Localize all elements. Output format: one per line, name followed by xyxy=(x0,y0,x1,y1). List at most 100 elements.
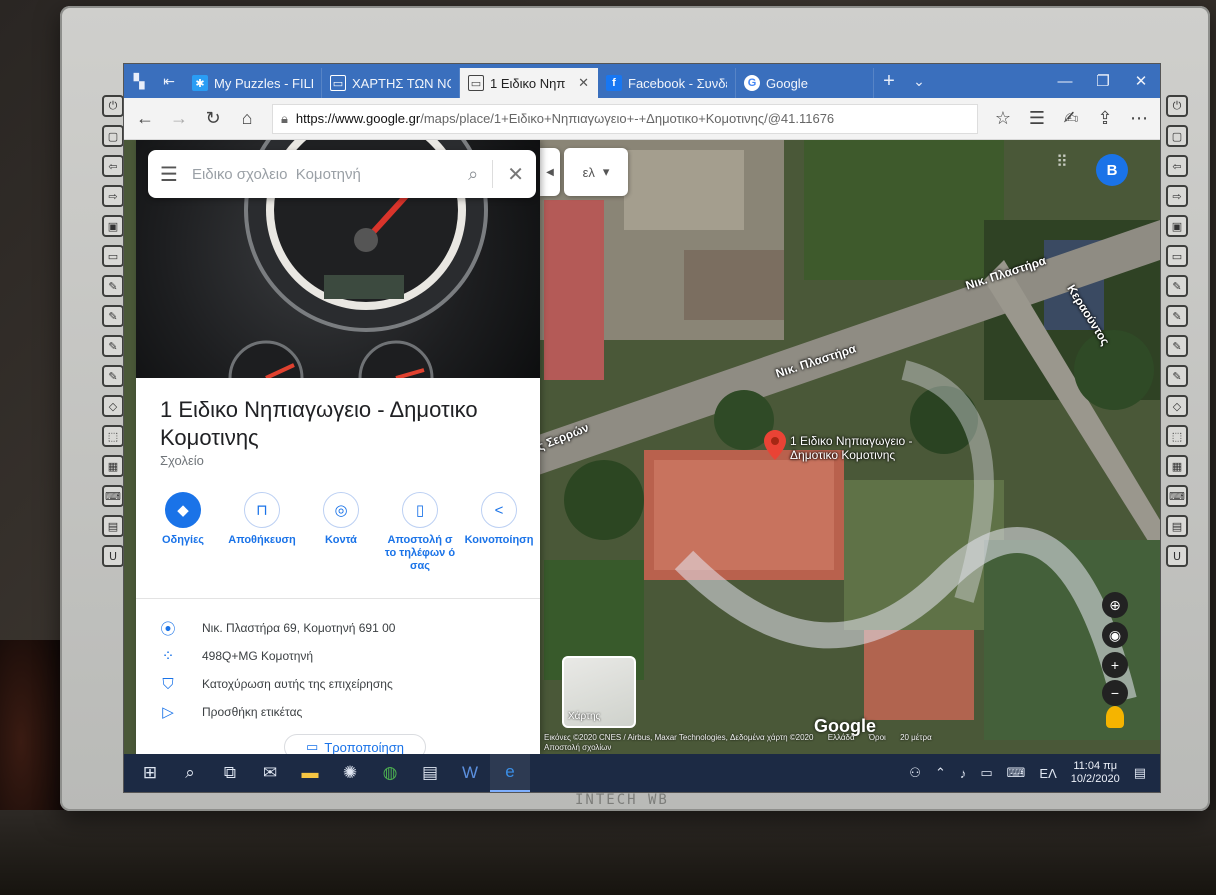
windows-start-icon[interactable]: ⊞ xyxy=(130,754,170,792)
board-select-icon[interactable]: ⬚ xyxy=(1166,425,1188,447)
directions-button[interactable]: ◆ Οδηγίες xyxy=(146,492,220,573)
favorite-star-icon[interactable]: ☆ xyxy=(988,104,1018,134)
add-label-row[interactable]: ▷ Προσθήκη ετικέτας xyxy=(160,698,530,726)
file-explorer-icon[interactable]: ▬ xyxy=(290,754,330,792)
suggest-edit-button[interactable]: ▭ Τροποποίηση xyxy=(284,734,426,754)
board-pen-icon[interactable]: ✎ xyxy=(102,365,124,387)
board-power-icon[interactable]: ⏻ xyxy=(102,95,124,117)
share-icon[interactable]: ⇪ xyxy=(1090,104,1120,134)
forward-arrow-icon[interactable]: → xyxy=(164,104,194,134)
board-window-icon[interactable]: ▭ xyxy=(1166,245,1188,267)
board-undo-icon[interactable]: U xyxy=(1166,545,1188,567)
store-icon[interactable]: ▤ xyxy=(410,754,450,792)
network-icon[interactable]: ▭ xyxy=(980,765,992,781)
home-icon[interactable]: ⌂ xyxy=(232,104,262,134)
claim-business-row[interactable]: ⛉ Κατοχύρωση αυτής της επιχείρησης xyxy=(160,670,530,698)
search-icon[interactable]: ⌕ xyxy=(170,754,210,792)
board-pen-icon[interactable]: ✎ xyxy=(102,335,124,357)
zoom-out-icon[interactable]: − xyxy=(1102,680,1128,706)
board-back-icon[interactable]: ⇦ xyxy=(102,155,124,177)
board-pen-icon[interactable]: ✎ xyxy=(1166,275,1188,297)
google-apps-icon[interactable]: ⠿ xyxy=(1056,155,1068,171)
collapse-panel-button[interactable]: ◀ xyxy=(540,148,560,196)
browser-tab[interactable]: ✱ My Puzzles - FILL xyxy=(184,68,322,98)
address-row[interactable]: ⦿ Νικ. Πλαστήρα 69, Κομοτηνή 691 00 xyxy=(160,614,530,642)
language-indicator[interactable]: ΕΛ xyxy=(1039,766,1056,781)
share-button[interactable]: < Κοινοποίηση xyxy=(462,492,536,573)
board-eraser-icon[interactable]: ◇ xyxy=(102,395,124,417)
board-power-icon[interactable]: ⏻ xyxy=(1166,95,1188,117)
pegman-icon[interactable] xyxy=(1106,706,1124,728)
save-button[interactable]: ⊓ Αποθήκευση xyxy=(225,492,299,573)
board-select-icon[interactable]: ⬚ xyxy=(102,425,124,447)
minimize-icon[interactable]: — xyxy=(1046,64,1084,98)
word-icon[interactable]: W xyxy=(450,754,490,792)
avatar[interactable]: B xyxy=(1096,154,1128,186)
app-icon[interactable]: ✺ xyxy=(330,754,370,792)
pen-notes-icon[interactable]: ✍ xyxy=(1056,104,1086,134)
board-menu-icon[interactable]: ▤ xyxy=(1166,515,1188,537)
board-undo-icon[interactable]: U xyxy=(102,545,124,567)
browser-tab[interactable]: ▭ ΧΑΡΤΗΣ ΤΩΝ ΝΟ xyxy=(322,68,460,98)
more-menu-icon[interactable]: ⋯ xyxy=(1124,104,1154,134)
board-forward-icon[interactable]: ⇨ xyxy=(102,185,124,207)
terms-link[interactable]: Όροι xyxy=(869,733,886,742)
browser-tab-active[interactable]: ▭ 1 Ειδικο Νηπ ✕ xyxy=(460,68,598,98)
board-eraser-icon[interactable]: ◇ xyxy=(1166,395,1188,417)
board-menu-icon[interactable]: ▤ xyxy=(102,515,124,537)
refresh-icon[interactable]: ↻ xyxy=(198,104,228,134)
board-pen-icon[interactable]: ✎ xyxy=(102,275,124,297)
board-grid-icon[interactable]: ▦ xyxy=(1166,455,1188,477)
chevron-up-icon[interactable]: ⌃ xyxy=(935,765,946,781)
send-to-phone-button[interactable]: ▯ Αποστολή σ το τηλέφων ό σας xyxy=(383,492,457,573)
board-pen-icon[interactable]: ✎ xyxy=(1166,335,1188,357)
attribution-region[interactable]: Ελλάδα xyxy=(828,733,855,742)
close-tab-icon[interactable]: ✕ xyxy=(578,75,589,91)
notifications-icon[interactable]: ▤ xyxy=(1134,765,1146,781)
board-keyboard-icon[interactable]: ⌨ xyxy=(102,485,124,507)
volume-icon[interactable]: ♪ xyxy=(960,766,967,781)
board-keyboard-icon[interactable]: ⌨ xyxy=(1166,485,1188,507)
close-icon[interactable]: ✕ xyxy=(507,162,524,187)
nearby-button[interactable]: ◎ Κοντά xyxy=(304,492,378,573)
tab-list-icon[interactable]: ▚ xyxy=(124,64,154,98)
new-tab-icon[interactable]: + xyxy=(874,64,904,98)
compass-icon[interactable]: ⊕ xyxy=(1102,592,1128,618)
address-bar[interactable]: 🔒︎ https://www.google.gr/maps/place/1+Ει… xyxy=(272,103,978,134)
send-feedback-link[interactable]: Αποστολή σχολίων xyxy=(544,743,611,752)
browser-tab[interactable]: G Google xyxy=(736,68,874,98)
set-aside-tabs-icon[interactable]: ⇤ xyxy=(154,64,184,98)
board-grid-icon[interactable]: ▦ xyxy=(102,455,124,477)
board-pen-icon[interactable]: ✎ xyxy=(1166,305,1188,327)
layer-toggle-button[interactable]: Χάρτης xyxy=(562,656,636,728)
zoom-in-icon[interactable]: + xyxy=(1102,652,1128,678)
board-pen-icon[interactable]: ✎ xyxy=(102,305,124,327)
board-pen-icon[interactable]: ✎ xyxy=(1166,365,1188,387)
language-chip[interactable]: ελ ▾ xyxy=(564,148,628,196)
close-window-icon[interactable]: ✕ xyxy=(1122,64,1160,98)
restore-icon[interactable]: ❐ xyxy=(1084,64,1122,98)
board-screen-icon[interactable]: ▣ xyxy=(1166,215,1188,237)
chrome-icon[interactable]: ◍ xyxy=(370,754,410,792)
tab-dropdown-icon[interactable]: ⌄ xyxy=(904,64,934,98)
search-icon[interactable]: ⌕ xyxy=(468,164,478,185)
mail-icon[interactable]: ✉ xyxy=(250,754,290,792)
hamburger-menu-icon[interactable]: ☰ xyxy=(160,162,178,187)
browser-tab[interactable]: f Facebook - Συνδε xyxy=(598,68,736,98)
people-icon[interactable]: ⚇ xyxy=(909,765,921,781)
keyboard-icon[interactable]: ⌨ xyxy=(1007,765,1026,781)
edge-icon[interactable]: e xyxy=(490,754,530,792)
board-back-icon[interactable]: ⇦ xyxy=(1166,155,1188,177)
place-category[interactable]: Σχολείο xyxy=(160,453,204,468)
board-window-icon[interactable]: ▭ xyxy=(102,245,124,267)
search-input[interactable] xyxy=(191,165,455,183)
back-arrow-icon[interactable]: ← xyxy=(130,104,160,134)
scale-label[interactable]: 20 μέτρα xyxy=(900,733,932,742)
board-page-icon[interactable]: ▢ xyxy=(1166,125,1188,147)
my-location-icon[interactable]: ◉ xyxy=(1102,622,1128,648)
board-screen-icon[interactable]: ▣ xyxy=(102,215,124,237)
clock[interactable]: 11:04 πμ 10/2/2020 xyxy=(1071,760,1120,786)
map-pin-icon[interactable] xyxy=(764,430,786,460)
board-forward-icon[interactable]: ⇨ xyxy=(1166,185,1188,207)
board-page-icon[interactable]: ▢ xyxy=(102,125,124,147)
